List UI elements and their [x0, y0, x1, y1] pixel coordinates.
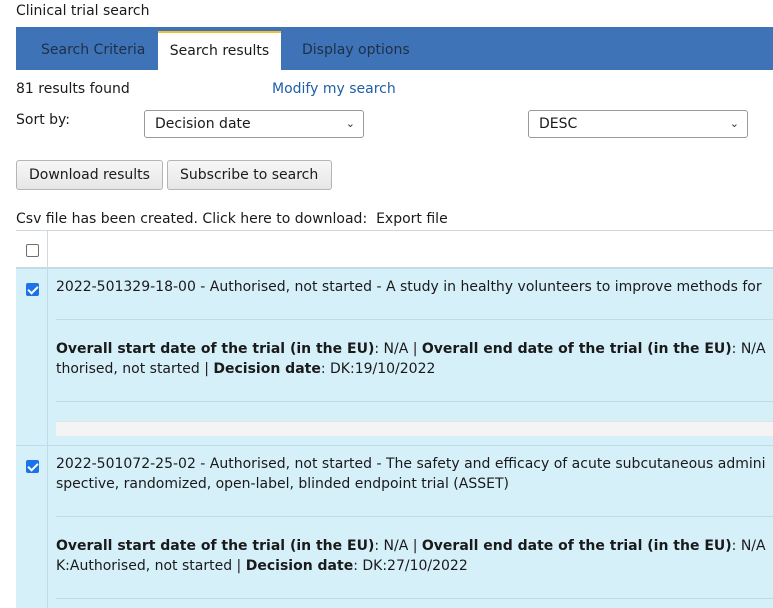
sort-field-select[interactable]: Decision date ⌄: [144, 110, 364, 138]
result-title[interactable]: 2022-501072-25-02 - Authorised, not star…: [56, 454, 773, 474]
end-date-label: Overall end date of the trial (in the EU…: [421, 538, 732, 554]
row-divider: [47, 446, 48, 608]
result-checkbox[interactable]: [26, 283, 39, 296]
page-title: Clinical trial search: [16, 3, 150, 19]
status-text: K:Authorised, not started |: [56, 558, 242, 574]
result-dates-line: Overall start date of the trial (in the …: [56, 339, 773, 359]
decision-date-label: Decision date: [213, 361, 321, 377]
result-checkbox[interactable]: [26, 460, 39, 473]
tab-search-criteria[interactable]: Search Criteria: [41, 42, 145, 58]
status-text: thorised, not started |: [56, 361, 209, 377]
subscribe-to-search-button[interactable]: Subscribe to search: [167, 160, 332, 190]
start-date-label: Overall start date of the trial (in the …: [56, 538, 375, 554]
chevron-down-icon: ⌄: [345, 117, 355, 130]
start-date-value: : N/A |: [374, 341, 418, 357]
sort-field-value: Decision date: [155, 116, 251, 132]
results-table-header: [16, 230, 773, 268]
select-all-checkbox[interactable]: [26, 244, 39, 257]
result-dates-line: Overall start date of the trial (in the …: [56, 536, 773, 556]
modify-search-link[interactable]: Modify my search: [272, 81, 396, 97]
download-results-button[interactable]: Download results: [16, 160, 163, 190]
result-row: 2022-501329-18-00 - Authorised, not star…: [16, 268, 773, 445]
result-title[interactable]: 2022-501329-18-00 - Authorised, not star…: [56, 277, 773, 297]
result-row: 2022-501072-25-02 - Authorised, not star…: [16, 445, 773, 608]
results-count: 81 results found: [16, 81, 130, 97]
tab-search-results[interactable]: Search results: [158, 31, 281, 70]
result-title-continued[interactable]: spective, randomized, open-label, blinde…: [56, 474, 773, 494]
row-separator: [56, 401, 773, 402]
row-separator: [56, 319, 773, 320]
csv-download-message: Csv file has been created. Click here to…: [16, 211, 448, 227]
sort-order-select[interactable]: DESC ⌄: [528, 110, 748, 138]
header-divider: [47, 231, 48, 267]
result-status-line: K:Authorised, not started | Decision dat…: [56, 556, 773, 576]
row-separator: [56, 598, 773, 599]
sort-order-value: DESC: [539, 116, 578, 132]
csv-message-text: Csv file has been created. Click here to…: [16, 211, 368, 227]
export-file-link[interactable]: Export file: [376, 211, 448, 227]
result-status-line: thorised, not started | Decision date: D…: [56, 359, 773, 379]
row-spacer: [56, 421, 773, 436]
row-separator: [56, 516, 773, 517]
tab-display-options[interactable]: Display options: [302, 42, 410, 58]
start-date-value: : N/A |: [374, 538, 418, 554]
tab-bar: Search Criteria Search results Display o…: [16, 27, 773, 70]
decision-date-value: : DK:27/10/2022: [353, 558, 468, 574]
row-divider: [47, 269, 48, 445]
sort-label: Sort by:: [16, 112, 71, 128]
end-date-value: : N/A: [731, 538, 766, 554]
end-date-label: Overall end date of the trial (in the EU…: [421, 341, 732, 357]
start-date-label: Overall start date of the trial (in the …: [56, 341, 375, 357]
decision-date-value: : DK:19/10/2022: [320, 361, 436, 377]
decision-date-label: Decision date: [245, 558, 354, 574]
end-date-value: : N/A: [731, 341, 766, 357]
chevron-down-icon: ⌄: [729, 117, 739, 130]
